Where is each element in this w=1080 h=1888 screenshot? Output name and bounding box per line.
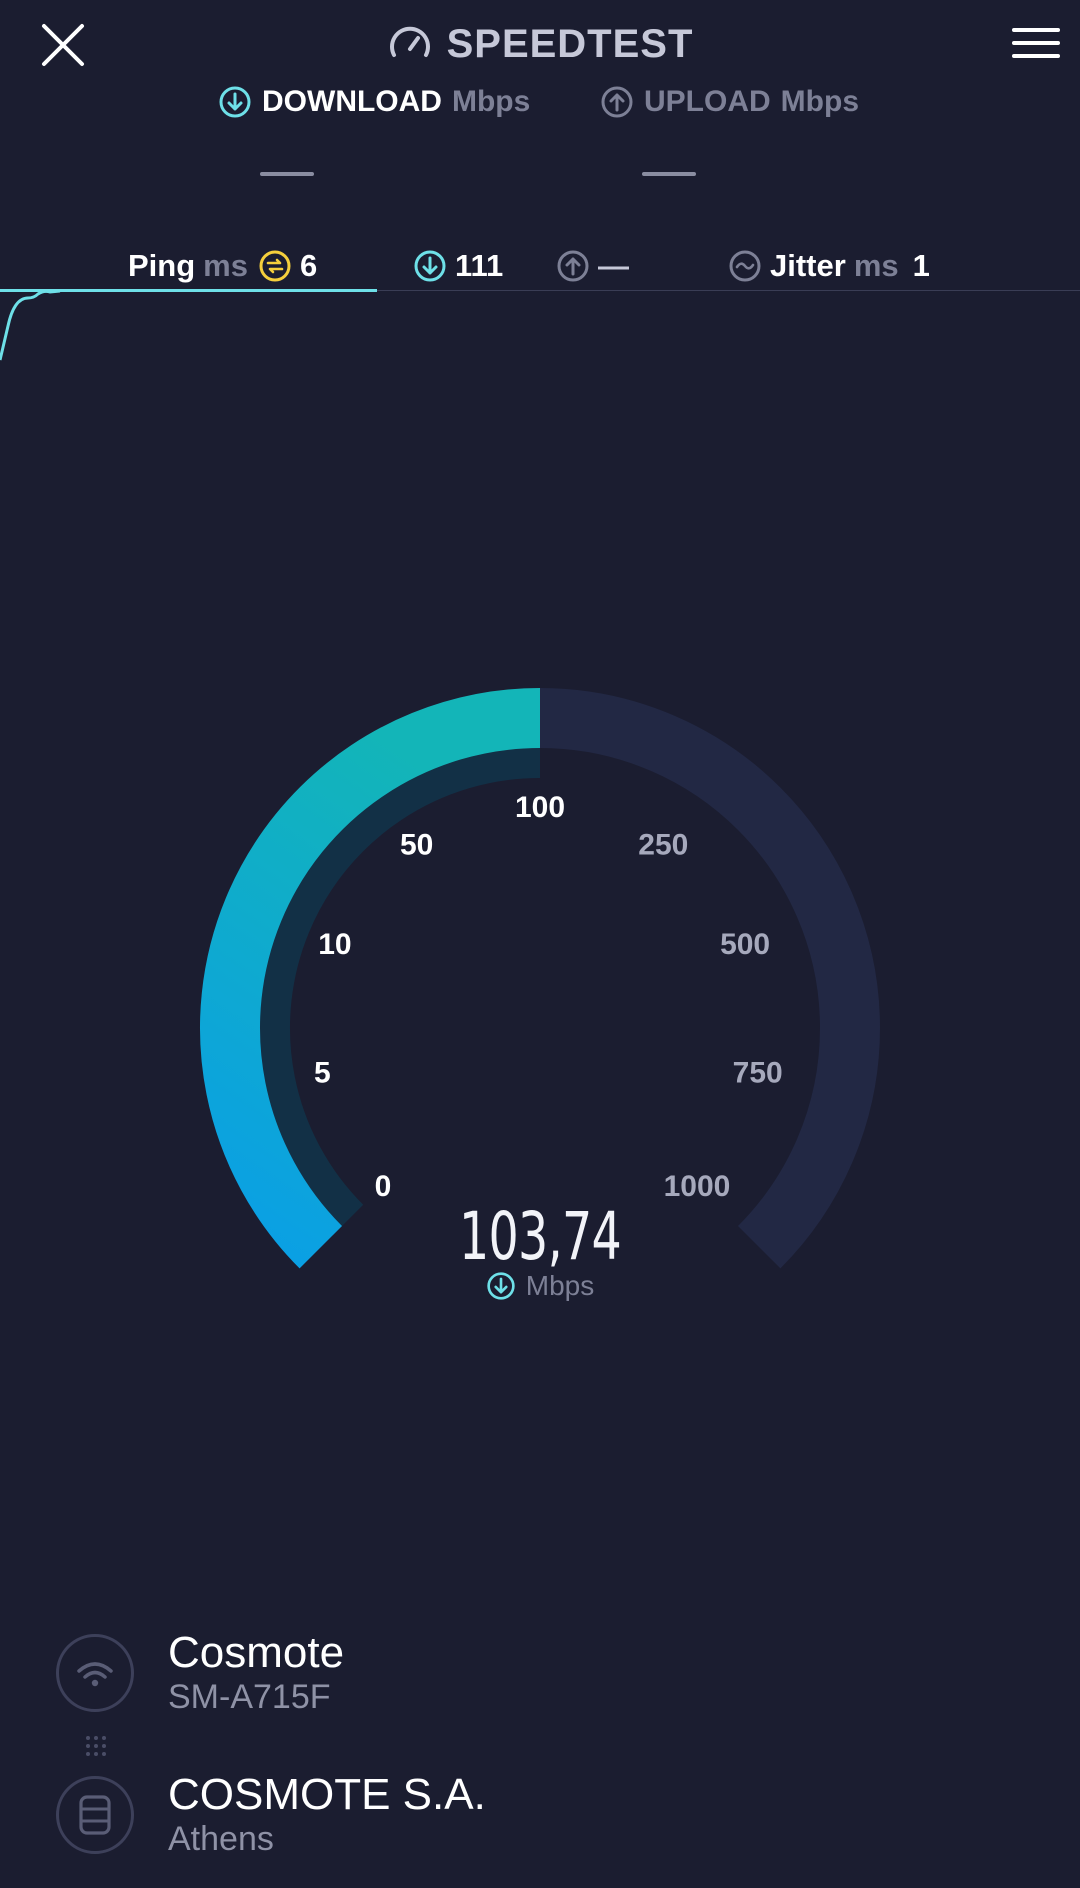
upload-result-placeholder	[642, 172, 696, 176]
connection-dots-icon	[86, 1736, 106, 1756]
download-stat: 111	[413, 244, 503, 288]
download-unit: Mbps	[451, 85, 531, 118]
app-brand: SPEEDTEST	[0, 16, 1080, 72]
provider-name: Cosmote	[168, 1628, 345, 1677]
ping-value: 6	[299, 248, 318, 283]
download-header: DOWNLOAD Mbps	[218, 80, 530, 124]
gauge-scale-label: 750	[733, 1056, 783, 1089]
ping-idle-icon	[259, 250, 291, 282]
download-result-placeholder	[260, 172, 314, 176]
ping-label: Ping	[128, 248, 196, 283]
device-name: SM-A715F	[168, 1678, 331, 1716]
upload-arrow-icon	[601, 86, 633, 118]
provider-icon-circle	[56, 1633, 134, 1712]
speedometer-icon	[389, 26, 430, 57]
server-row[interactable]: COSMOTE S.A. Athens	[56, 1770, 956, 1859]
upload-header: UPLOAD Mbps	[600, 80, 859, 124]
ping-stat: Ping ms 6	[128, 244, 317, 288]
download-arrow-icon	[487, 1272, 515, 1300]
ping-unit: ms	[203, 248, 248, 283]
upload-stat-value: —	[598, 248, 629, 283]
hamburger-menu-icon	[1012, 28, 1060, 58]
provider-row[interactable]: Cosmote SM-A715F	[56, 1628, 956, 1717]
jitter-value: 1	[912, 248, 930, 283]
menu-button[interactable]	[1008, 22, 1064, 66]
gauge-scale-label: 5	[314, 1056, 331, 1089]
gauge-scale-label: 100	[515, 791, 565, 824]
jitter-label: Jitter	[770, 248, 846, 283]
upload-arrow-icon	[557, 250, 589, 282]
download-arrow-icon	[219, 86, 251, 118]
server-icon-circle	[56, 1775, 134, 1854]
upload-label: UPLOAD	[644, 85, 771, 118]
ping-trace-graph	[0, 289, 61, 361]
current-speed-value: 103,74	[459, 1198, 622, 1275]
upload-unit: Mbps	[780, 85, 859, 118]
download-stat-value: 111	[455, 248, 504, 283]
wifi-icon	[77, 1661, 113, 1686]
gauge-unit-label: Mbps	[525, 1270, 595, 1301]
current-speed-unit: Mbps	[0, 1270, 1080, 1302]
download-label: DOWNLOAD	[262, 85, 442, 118]
download-arrow-icon	[414, 250, 446, 282]
gauge-scale-label: 250	[638, 828, 688, 861]
gauge-scale-label: 50	[400, 828, 433, 861]
server-location: Athens	[168, 1820, 274, 1858]
gauge-scale-label: 10	[318, 928, 351, 961]
server-name: COSMOTE S.A.	[168, 1770, 486, 1819]
upload-stat: —	[556, 244, 629, 288]
gauge-scale-label: 500	[720, 928, 770, 961]
jitter-unit: ms	[853, 248, 899, 283]
jitter-wave-icon	[729, 250, 761, 282]
jitter-stat: Jitter ms 1	[728, 244, 930, 288]
server-icon	[79, 1794, 111, 1835]
brand-title: SPEEDTEST	[446, 21, 694, 66]
